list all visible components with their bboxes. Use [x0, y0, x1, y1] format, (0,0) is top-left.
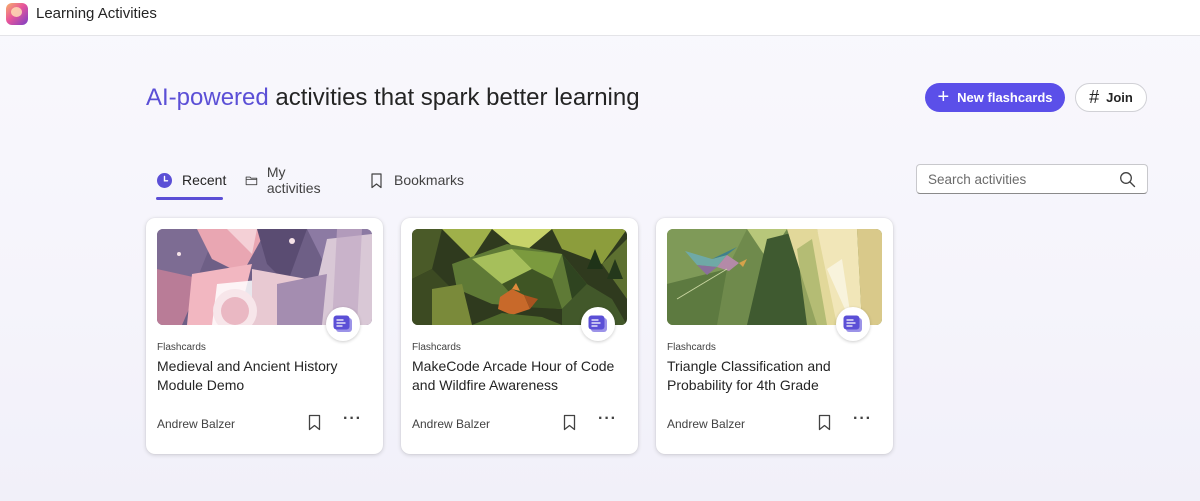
bookmark-icon[interactable]	[817, 414, 832, 431]
card-title: Triangle Classification and Probability …	[667, 358, 831, 393]
flashcards-icon	[588, 315, 607, 332]
card-author: Andrew Balzer	[157, 417, 236, 431]
card-title: MakeCode Arcade Hour of Code and Wildfir…	[412, 358, 615, 393]
activity-card[interactable]: Flashcards Triangle Classification and P…	[656, 218, 893, 454]
search-input[interactable]	[928, 171, 1118, 187]
tab-recent-label: Recent	[182, 172, 227, 188]
more-options-icon[interactable]: ···	[598, 411, 617, 427]
new-flashcards-button[interactable]: + New flashcards	[925, 83, 1065, 112]
bookmark-icon	[371, 172, 382, 188]
page-title: AI-powered activities that spark better …	[146, 84, 640, 112]
flashcards-icon	[843, 315, 862, 332]
tab-bookmarks[interactable]: Bookmarks	[368, 168, 464, 192]
flashcards-badge	[326, 307, 360, 341]
tab-my-activities[interactable]: My activities	[245, 164, 325, 196]
join-label: Join	[1106, 90, 1133, 105]
activity-card[interactable]: Flashcards MakeCode Arcade Hour of Code …	[401, 218, 638, 454]
active-tab-indicator	[156, 197, 223, 200]
tab-my-activities-label: My activities	[266, 164, 321, 196]
more-options-icon[interactable]: ···	[343, 411, 362, 427]
more-options-icon[interactable]: ···	[853, 411, 872, 427]
bookmark-icon[interactable]	[562, 414, 577, 431]
activity-card[interactable]: Flashcards Medieval and Ancient History …	[146, 218, 383, 454]
flashcards-icon	[333, 315, 352, 332]
top-bar: Learning Activities	[0, 0, 1200, 36]
folder-icon	[245, 176, 258, 185]
new-flashcards-label: New flashcards	[957, 90, 1053, 105]
app-title: Learning Activities	[36, 5, 157, 22]
bookmark-icon[interactable]	[307, 414, 322, 431]
search-box	[916, 164, 1148, 194]
tab-recent[interactable]: Recent	[156, 168, 226, 192]
flashcards-badge	[836, 307, 870, 341]
join-button[interactable]: # Join	[1075, 83, 1147, 112]
app-logo	[6, 3, 28, 25]
search-icon[interactable]	[1119, 171, 1136, 188]
clock-icon	[157, 172, 172, 188]
tab-bookmarks-label: Bookmarks	[394, 172, 465, 188]
card-type: Flashcards	[412, 342, 461, 353]
hash-icon: #	[1089, 87, 1100, 107]
card-type: Flashcards	[667, 342, 716, 353]
flashcards-badge	[581, 307, 615, 341]
card-author: Andrew Balzer	[667, 417, 746, 431]
headline-accent: AI-powered	[146, 84, 269, 111]
headline-rest: activities that spark better learning	[268, 84, 640, 111]
card-title: Medieval and Ancient History Module Demo	[157, 358, 338, 393]
card-author: Andrew Balzer	[412, 417, 491, 431]
plus-icon: +	[937, 85, 950, 108]
card-type: Flashcards	[157, 342, 206, 353]
